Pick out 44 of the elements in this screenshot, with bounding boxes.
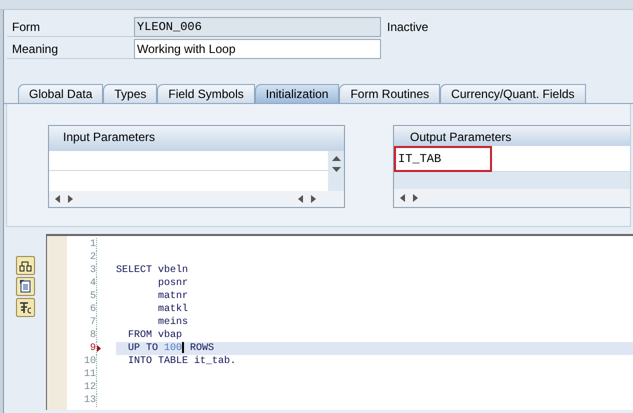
line-number: 6 — [67, 303, 97, 316]
column-header: Input Parameters — [49, 126, 344, 152]
line-number: 12 — [67, 381, 97, 394]
scroll-right-icon[interactable] — [413, 194, 418, 202]
line-number: 2 — [67, 251, 97, 264]
line-number: 8 — [67, 329, 97, 342]
code-editor[interactable]: 1 2 3 SELECT vbeln 4 posnr 5 matnr 6 matkl 7 meins 8 FROM vbap 9 UP TO 100 ROWS 10 INTO TABLE it_tab. 11 12 13 — [46, 234, 633, 410]
scroll-up-icon[interactable] — [332, 156, 340, 162]
column-header: Output Parameters — [394, 126, 630, 146]
scroll-down-icon[interactable] — [332, 167, 340, 172]
tab[interactable]: Initialization — [254, 84, 340, 103]
code-line: SELECT vbeln — [116, 264, 190, 277]
scroll-left-icon[interactable] — [55, 195, 60, 204]
line-number: 4 — [67, 277, 97, 290]
code-line: FROM vbap — [127, 329, 184, 342]
table-cell[interactable]: IT_TAB — [394, 146, 492, 172]
code-line: posnr — [157, 277, 190, 290]
code-line: INTO TABLE it_tab. — [127, 355, 238, 368]
scroll-left-icon[interactable] — [298, 195, 303, 204]
tree-icon[interactable] — [16, 256, 34, 275]
code-line: matkl — [157, 303, 190, 316]
scroll-left-icon[interactable] — [400, 194, 405, 202]
current-line-marker-icon — [97, 345, 101, 352]
document-icon[interactable] — [16, 277, 34, 296]
line-number: 13 — [67, 394, 97, 407]
code-line: meins — [157, 316, 190, 329]
line-number: 11 — [67, 368, 97, 381]
tab[interactable]: Types — [103, 84, 158, 103]
line-number: 7 — [67, 316, 97, 329]
scroll-right-icon[interactable] — [311, 195, 316, 204]
status-text: Inactive — [387, 19, 428, 36]
code-line: matnr — [157, 290, 190, 303]
line-number: 10 — [67, 355, 97, 368]
pattern-icon[interactable] — [16, 298, 34, 317]
tab[interactable]: Global Data — [18, 84, 104, 103]
line-number: 1 — [67, 238, 97, 251]
line-number: 5 — [67, 290, 97, 303]
tab[interactable]: Currency/Quant. Fields — [440, 84, 586, 103]
readonly-field[interactable]: YLEON_006 — [134, 17, 381, 37]
tab[interactable]: Field Symbols — [157, 84, 255, 103]
input-field[interactable]: Working with Loop — [134, 39, 381, 59]
tab[interactable]: Form Routines — [339, 84, 440, 103]
scroll-right-icon[interactable] — [68, 195, 73, 204]
line-number: 3 — [67, 264, 97, 277]
